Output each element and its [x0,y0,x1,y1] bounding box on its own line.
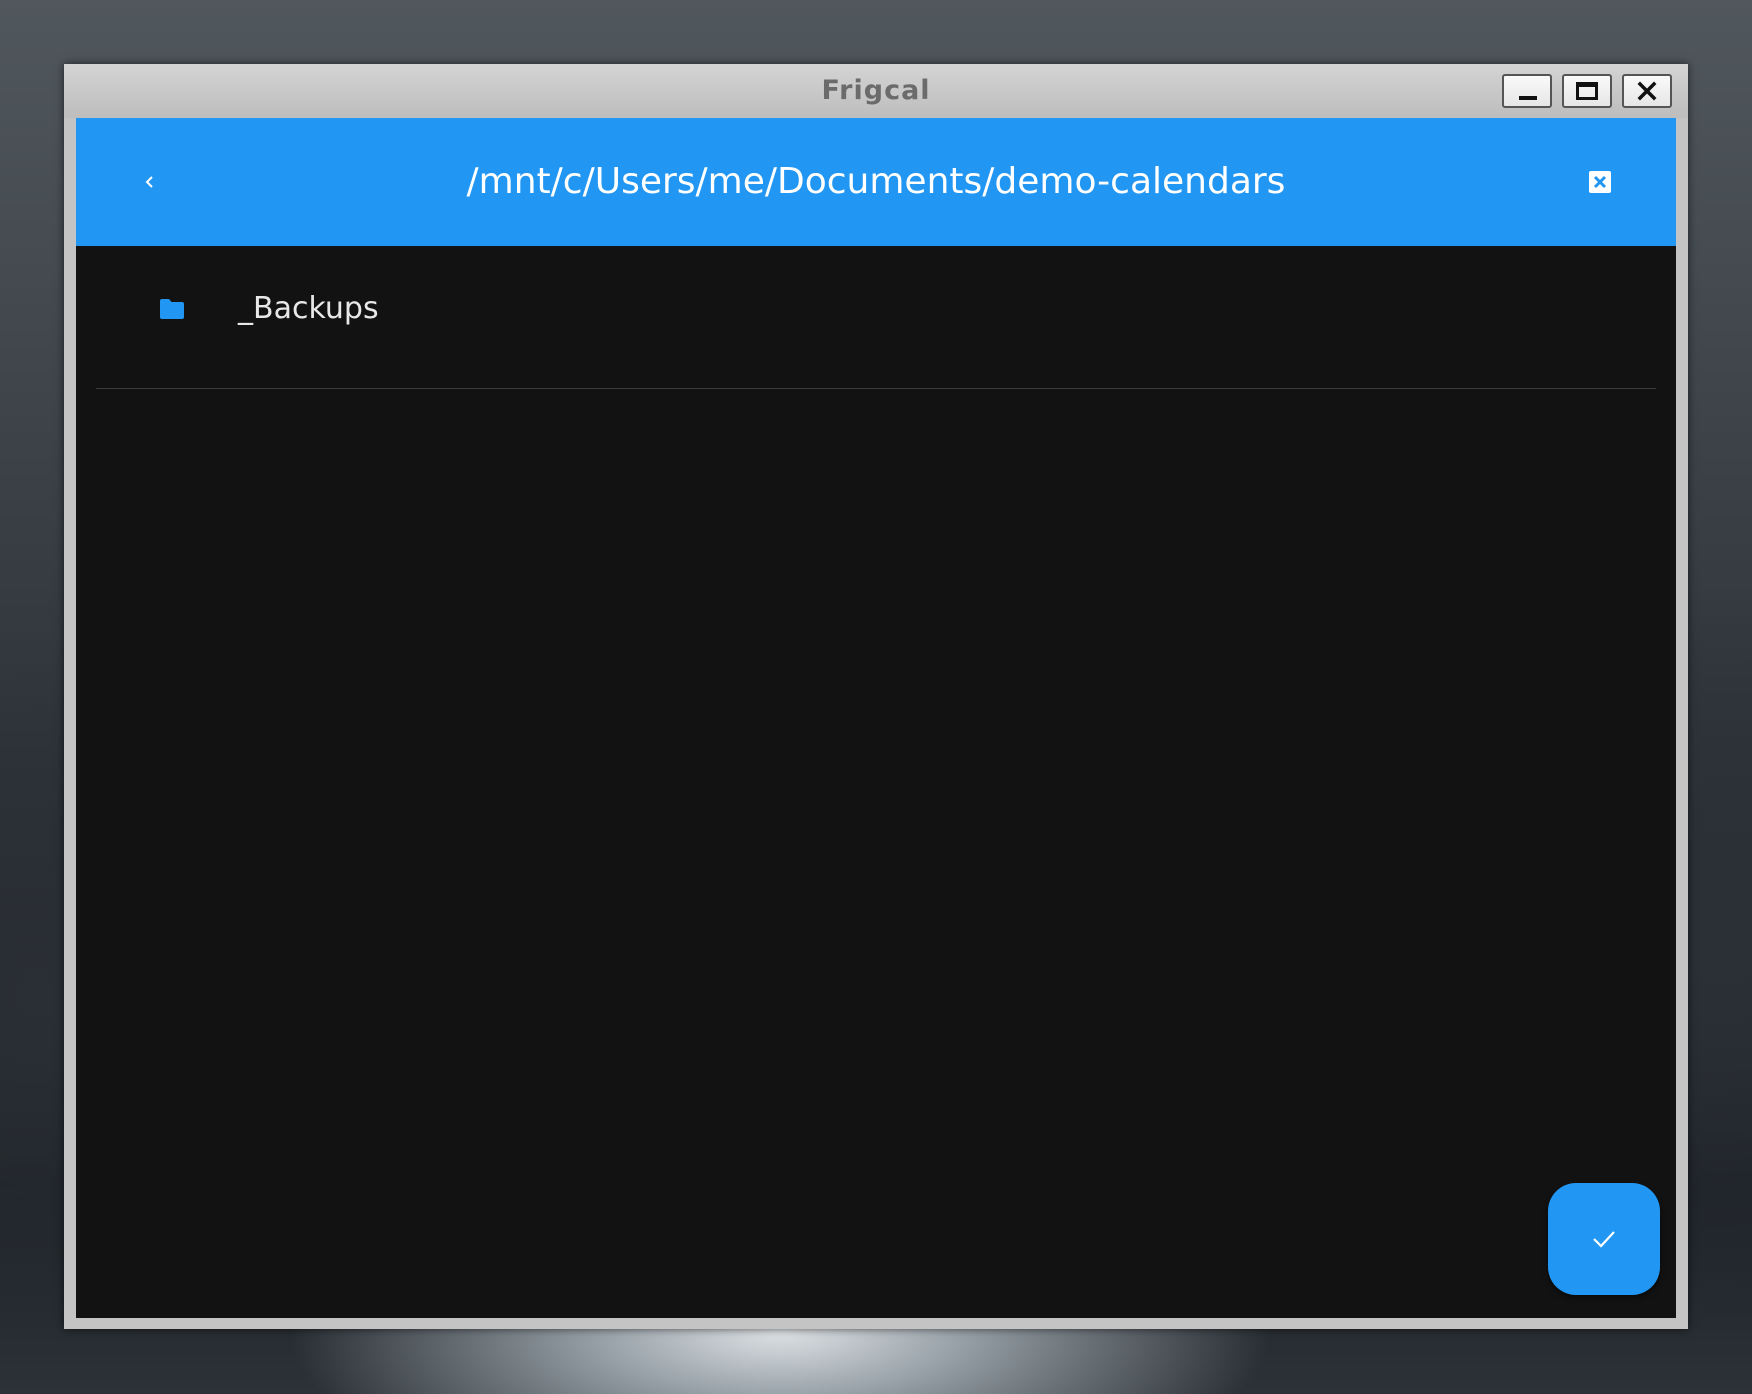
check-icon [1593,1231,1615,1248]
close-dialog-button[interactable] [1576,158,1624,206]
app-bar: /mnt/c/Users/me/Documents/demo-calendars [76,118,1676,246]
confirm-fab-button[interactable] [1548,1183,1660,1295]
folder-icon [160,299,184,319]
list-item[interactable]: _Backups [96,246,1656,389]
app-window: Frigcal /mnt/c/Users/me/Documents/demo-c… [64,64,1688,1329]
maximize-icon [1576,82,1598,100]
close-icon [1637,81,1657,101]
window-close-button[interactable] [1622,74,1672,108]
chevron-left-icon [145,176,153,188]
file-chooser: /mnt/c/Users/me/Documents/demo-calendars… [76,118,1676,1318]
window-title: Frigcal [821,75,931,106]
window-titlebar[interactable]: Frigcal [64,64,1688,118]
list-item-label: _Backups [238,291,379,326]
minimize-icon [1519,96,1537,100]
current-path-title: /mnt/c/Users/me/Documents/demo-calendars [466,161,1286,202]
maximize-button[interactable] [1562,74,1612,108]
file-list: _Backups [96,246,1656,389]
minimize-button[interactable] [1502,74,1552,108]
back-button[interactable] [126,158,174,206]
close-box-icon [1589,171,1611,193]
